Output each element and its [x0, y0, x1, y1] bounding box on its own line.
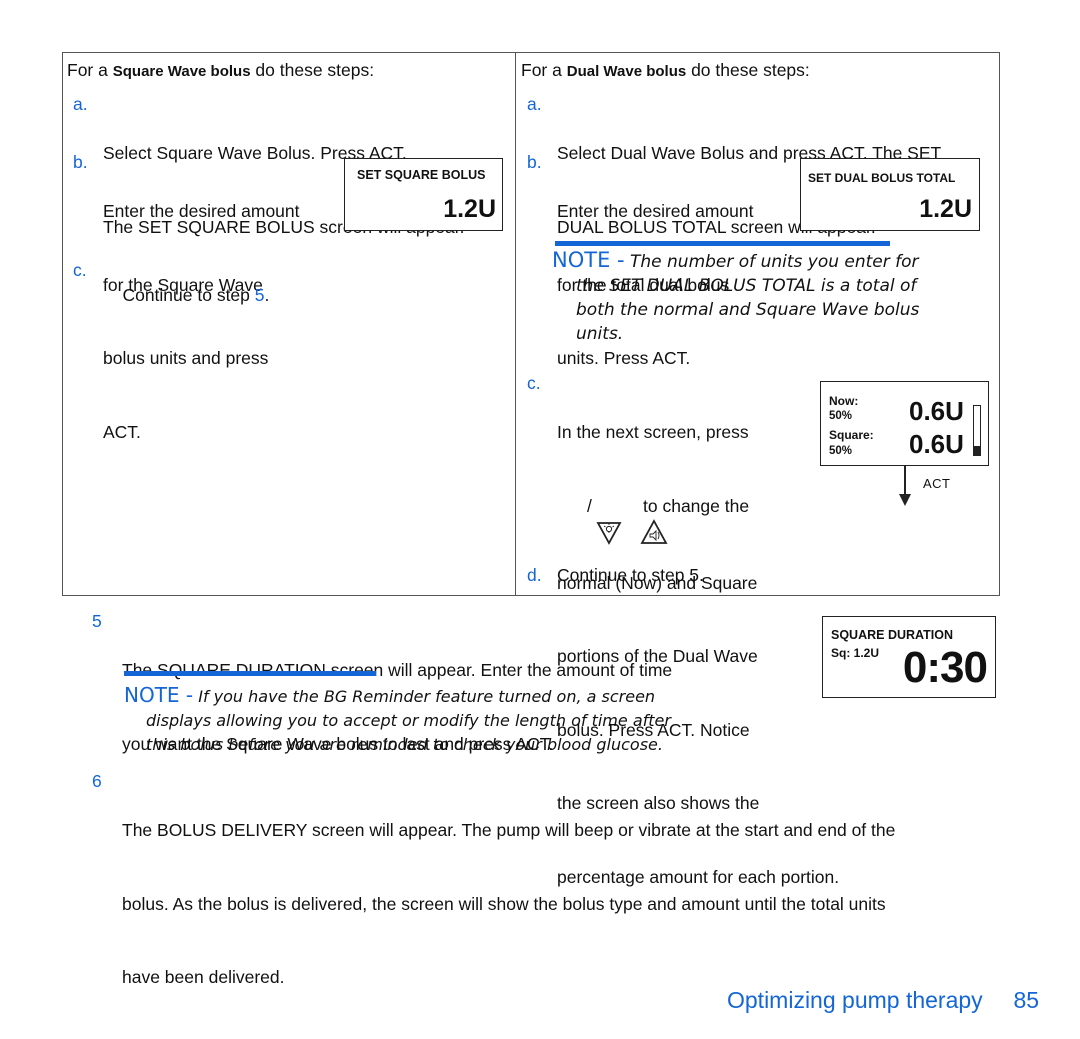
step-line: bolus. As the bolus is delivered, the sc… [122, 893, 886, 914]
down-arrow-icon [899, 494, 911, 506]
step-label: d. [527, 565, 542, 585]
square-value: 0.6U [909, 429, 964, 459]
icon-line: / to change the [557, 494, 839, 545]
square-wave-lead: For a Square Wave bolus do these steps: [67, 60, 374, 81]
screen-value: 0:30 [902, 643, 988, 692]
step-line: ACT. [103, 421, 141, 442]
step-label: a. [73, 94, 88, 114]
square-label: Square: [829, 428, 874, 442]
icon-separator: / [587, 495, 592, 516]
screen-subtitle: Sq: 1.2U [831, 646, 880, 660]
step-label: c. [527, 373, 541, 393]
page-number: 85 [1013, 987, 1040, 1013]
set-dual-bolus-total-screen: SET DUAL BOLUS TOTAL 1.2U [800, 158, 980, 231]
screen-title: SQUARE DURATION [831, 628, 953, 642]
note-prefix: NOTE - [552, 248, 625, 272]
lead-suffix: do these steps: [255, 60, 375, 80]
step-line: In the next screen, press [557, 422, 749, 442]
screen-value: 1.2U [443, 195, 496, 223]
note-prefix: NOTE - [124, 683, 194, 707]
step-line: units. Press ACT. [557, 348, 691, 368]
step-number: 6 [92, 771, 102, 791]
step-line: The BOLUS DELIVERY screen will appear. T… [122, 820, 896, 840]
act-arrow-line [904, 466, 906, 496]
now-percent: 50% [829, 410, 853, 422]
step-number: 5 [92, 611, 102, 631]
dual-split-screen: Now: 50% Square: 50% 0.6U 0.6U [820, 381, 989, 466]
note-line: displays allowing you to accept or modif… [146, 711, 671, 730]
step-line: bolus units and press [103, 348, 269, 368]
now-value: 0.6U [909, 396, 964, 426]
lead-suffix: do these steps: [691, 60, 810, 80]
dual-note: NOTE - The number of units you enter for… [552, 248, 920, 344]
step-label: b. [527, 152, 542, 172]
section-title: Optimizing pump therapy [727, 987, 983, 1013]
step-5-link[interactable]: 5 [255, 285, 265, 305]
note-line: units. [576, 324, 624, 344]
proportion-bar-fill [974, 446, 980, 455]
screen-title: SET DUAL BOLUS TOTAL [808, 171, 956, 185]
step-text: Continue to step [122, 284, 255, 305]
screen-title: SET SQUARE BOLUS [357, 168, 486, 182]
screen-value: 1.2U [919, 195, 972, 223]
note-bar [555, 241, 890, 246]
step-line: Enter the desired amount [557, 201, 754, 221]
step-label: b. [73, 152, 88, 172]
lead-prefix: For a [521, 60, 562, 80]
step-text: Continue to step 5. [557, 565, 704, 585]
note-line: both the normal and Square Wave bolus [576, 300, 920, 320]
step-line: have been delivered. [122, 967, 285, 987]
lead-bold: Square Wave bolus [112, 63, 251, 80]
set-square-bolus-screen: SET SQUARE BOLUS 1.2U [344, 158, 503, 231]
lead-bold: Dual Wave bolus [566, 63, 687, 80]
step-label: c. [73, 260, 87, 280]
now-label: Now: [829, 394, 859, 408]
step5-note: NOTE - If you have the BG Reminder featu… [124, 683, 671, 757]
act-arrow-label: ACT [923, 476, 951, 491]
step-label: a. [527, 94, 542, 114]
proportion-bar [973, 405, 981, 456]
lead-prefix: For a [67, 60, 108, 80]
note-line: this bolus before you are reminded to ch… [146, 735, 663, 754]
step-text: to change the [643, 495, 750, 516]
square-duration-screen: SQUARE DURATION Sq: 1.2U 0:30 [822, 616, 996, 698]
note-line: the SET DUAL BOLUS TOTAL is a total of [576, 276, 917, 296]
square-percent: 50% [829, 445, 853, 457]
page-footer: Optimizing pump therapy 85 [727, 987, 1039, 1014]
note-bar [124, 671, 376, 676]
step-line: Enter the desired amount [103, 201, 300, 221]
column-divider [515, 52, 516, 596]
dual-wave-lead: For a Dual Wave bolus do these steps: [521, 60, 810, 81]
